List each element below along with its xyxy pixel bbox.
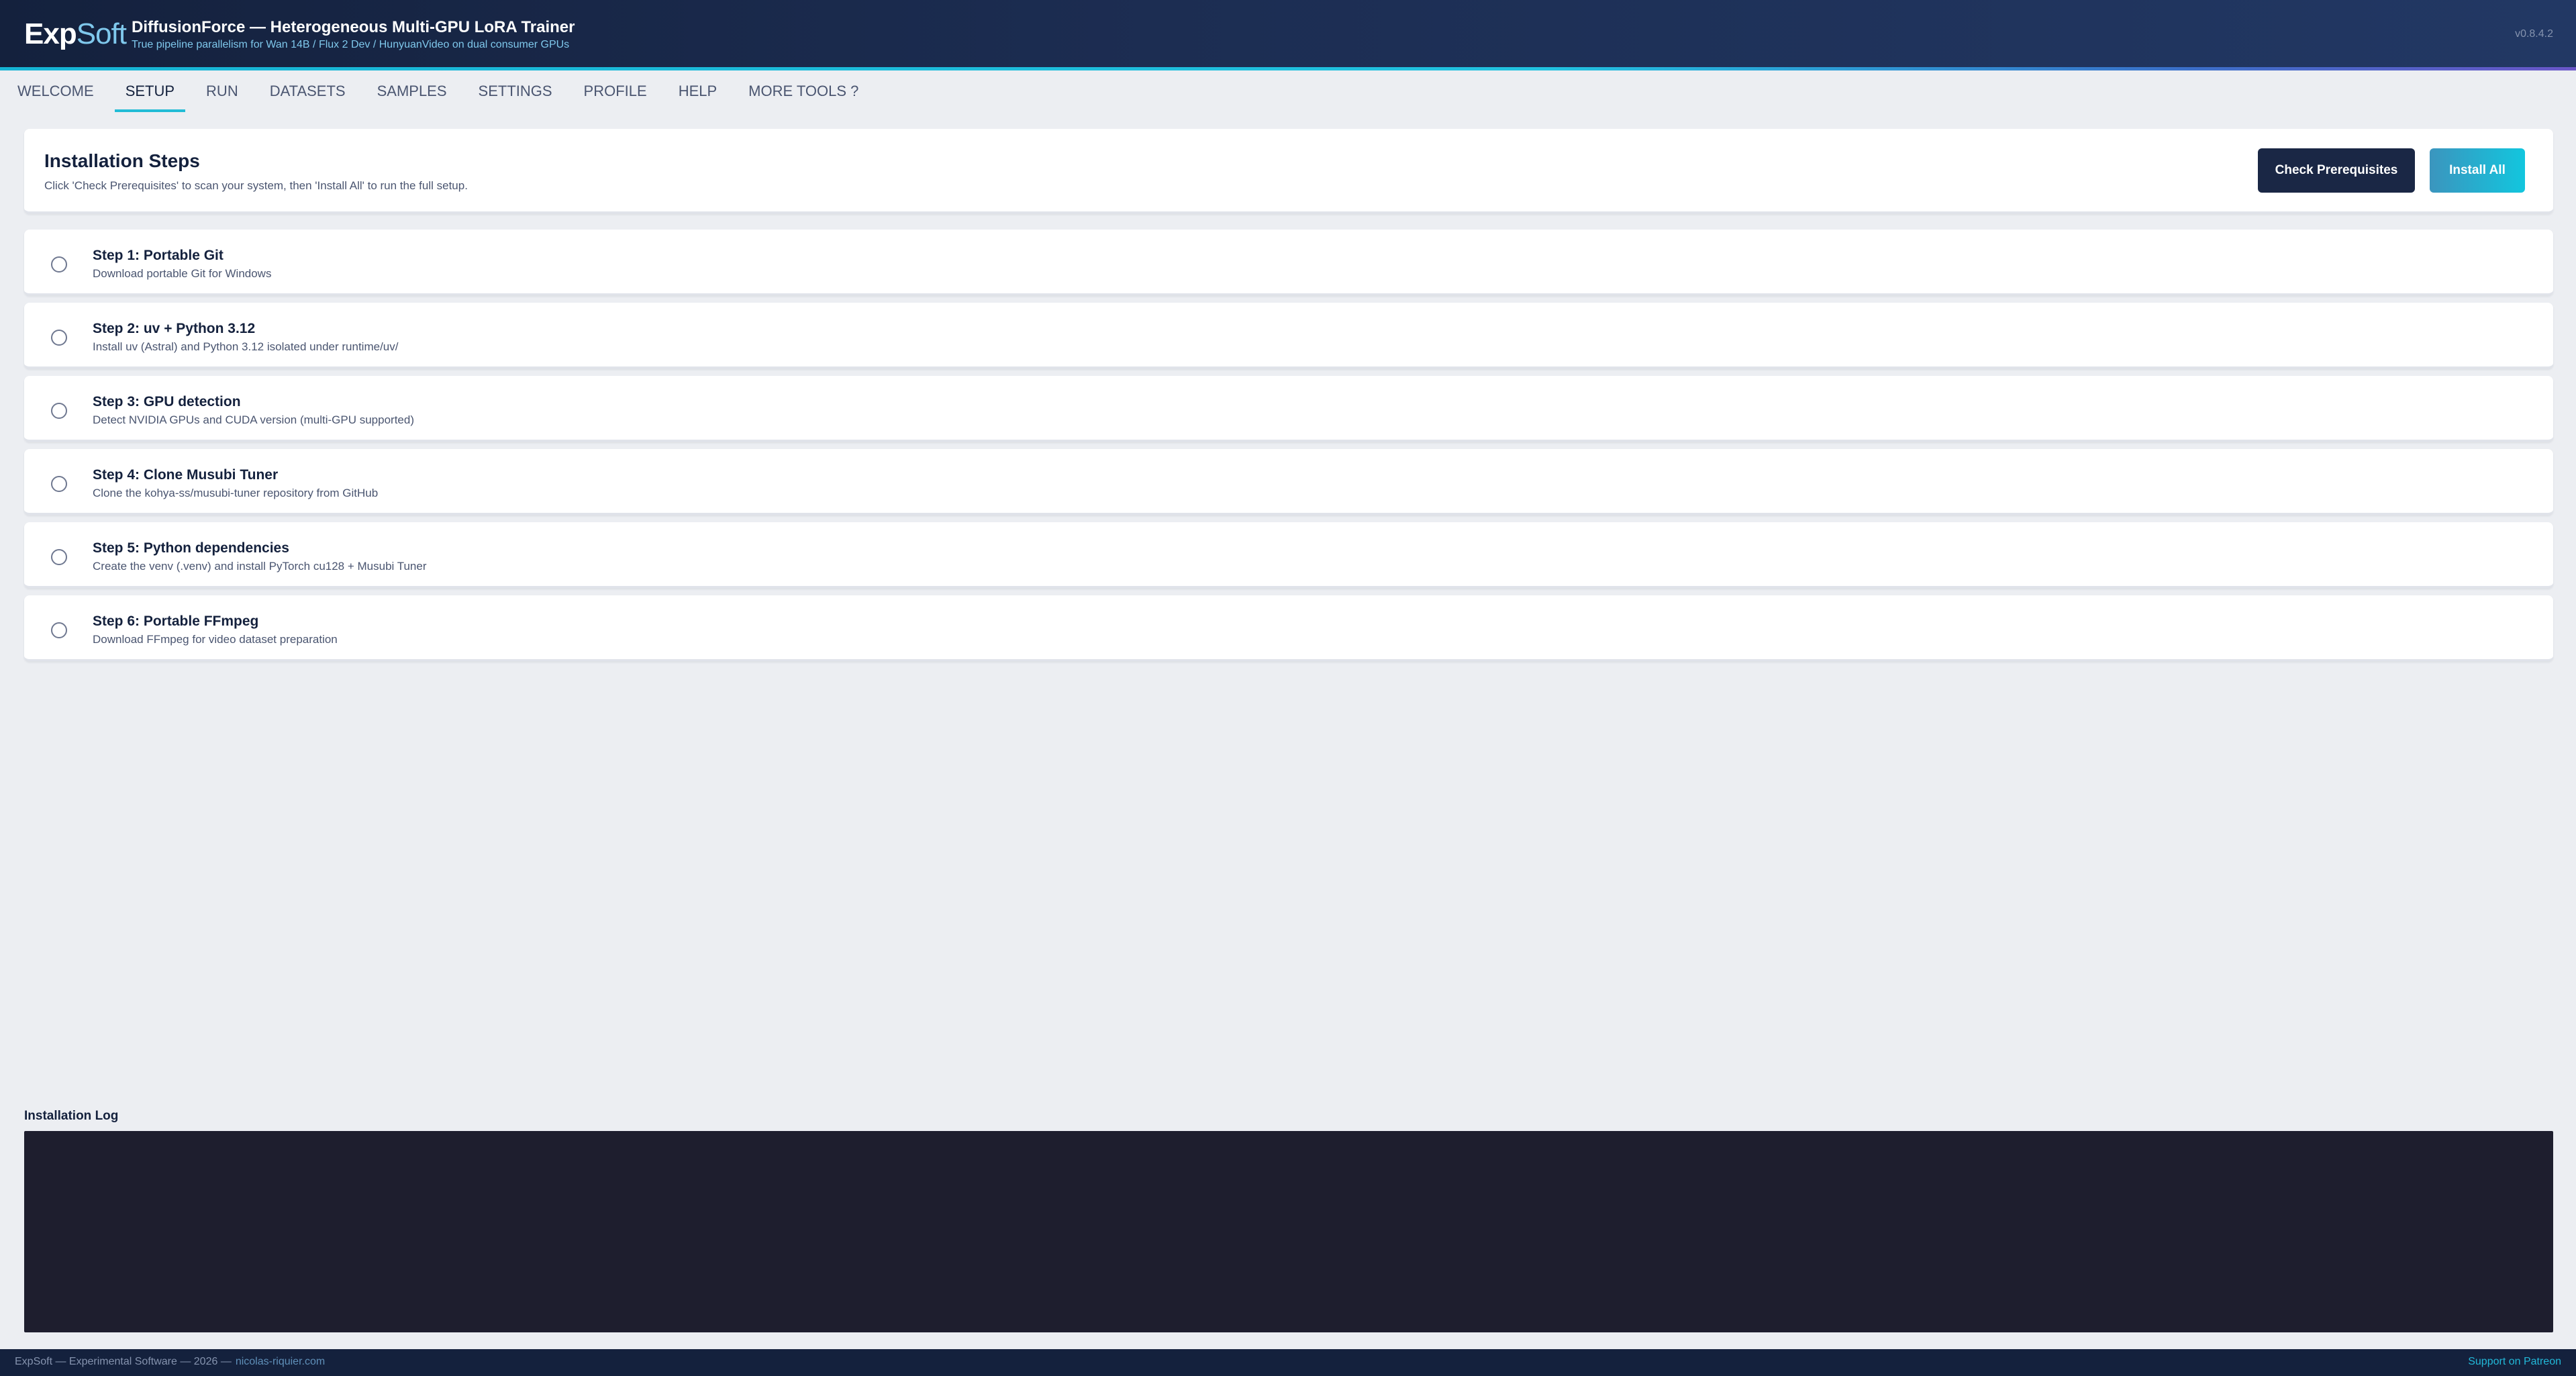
step-title: Step 6: Portable FFmpeg xyxy=(93,613,259,629)
app-footer: ExpSoft — Experimental Software — 2026 —… xyxy=(0,1349,2576,1376)
tab-more-tools[interactable]: MORE TOOLS ? xyxy=(738,70,869,112)
step-title: Step 2: uv + Python 3.12 xyxy=(93,321,256,336)
version-label: v0.8.4.2 xyxy=(2515,28,2553,40)
tab-run[interactable]: RUN xyxy=(195,70,249,112)
step-status-radio[interactable] xyxy=(51,330,67,346)
app-header: ExpSoft DiffusionForce — Heterogeneous M… xyxy=(0,0,2576,68)
installation-steps-title: Installation Steps xyxy=(44,150,200,171)
step-title: Step 1: Portable Git xyxy=(93,248,224,263)
installation-steps-description: Click 'Check Prerequisites' to scan your… xyxy=(44,179,468,192)
step-status-radio[interactable] xyxy=(51,256,67,273)
install-all-button[interactable]: Install All xyxy=(2430,148,2525,193)
main-tab-bar: WELCOME SETUP RUN DATASETS SAMPLES SETTI… xyxy=(0,70,2576,112)
tab-samples[interactable]: SAMPLES xyxy=(366,70,458,112)
step-status-radio[interactable] xyxy=(51,622,67,638)
step-title: Step 3: GPU detection xyxy=(93,394,241,409)
step-item-portable-ffmpeg[interactable]: Step 6: Portable FFmpeg Download FFmpeg … xyxy=(24,595,2553,661)
footer-text: ExpSoft — Experimental Software — 2026 — xyxy=(15,1356,232,1367)
installation-steps-panel: Installation Steps Click 'Check Prerequi… xyxy=(24,129,2553,213)
step-item-python-dependencies[interactable]: Step 5: Python dependencies Create the v… xyxy=(24,522,2553,588)
step-description: Detect NVIDIA GPUs and CUDA version (mul… xyxy=(93,413,414,426)
step-item-uv-python[interactable]: Step 2: uv + Python 3.12 Install uv (Ast… xyxy=(24,303,2553,368)
step-description: Download FFmpeg for video dataset prepar… xyxy=(93,633,338,646)
step-item-clone-musubi[interactable]: Step 4: Clone Musubi Tuner Clone the koh… xyxy=(24,449,2553,515)
tab-help[interactable]: HELP xyxy=(668,70,728,112)
step-status-radio[interactable] xyxy=(51,549,67,565)
step-status-radio[interactable] xyxy=(51,476,67,492)
step-status-radio[interactable] xyxy=(51,403,67,419)
step-description: Clone the kohya-ss/musubi-tuner reposito… xyxy=(93,487,379,499)
app-title: DiffusionForce — Heterogeneous Multi-GPU… xyxy=(132,18,575,36)
step-description: Download portable Git for Windows xyxy=(93,267,272,280)
installation-log-output[interactable] xyxy=(24,1131,2553,1332)
footer-credits: ExpSoft — Experimental Software — 2026 —… xyxy=(15,1356,325,1368)
website-link[interactable]: nicolas-riquier.com xyxy=(236,1356,325,1367)
tab-welcome[interactable]: WELCOME xyxy=(7,70,105,112)
step-item-gpu-detection[interactable]: Step 3: GPU detection Detect NVIDIA GPUs… xyxy=(24,376,2553,442)
tab-settings[interactable]: SETTINGS xyxy=(468,70,563,112)
tab-profile[interactable]: PROFILE xyxy=(573,70,658,112)
step-title: Step 5: Python dependencies xyxy=(93,540,289,556)
check-prerequisites-button[interactable]: Check Prerequisites xyxy=(2258,148,2415,193)
installation-log-label: Installation Log xyxy=(24,1109,119,1123)
patreon-link[interactable]: Support on Patreon xyxy=(2468,1356,2561,1368)
tab-datasets[interactable]: DATASETS xyxy=(259,70,356,112)
step-title: Step 4: Clone Musubi Tuner xyxy=(93,467,279,483)
step-description: Create the venv (.venv) and install PyTo… xyxy=(93,560,427,573)
step-item-portable-git[interactable]: Step 1: Portable Git Download portable G… xyxy=(24,230,2553,295)
tab-setup[interactable]: SETUP xyxy=(114,70,186,112)
expsoft-logo[interactable]: ExpSoft xyxy=(24,17,127,51)
app-subtitle: True pipeline parallelism for Wan 14B / … xyxy=(132,39,570,50)
step-description: Install uv (Astral) and Python 3.12 isol… xyxy=(93,340,399,353)
